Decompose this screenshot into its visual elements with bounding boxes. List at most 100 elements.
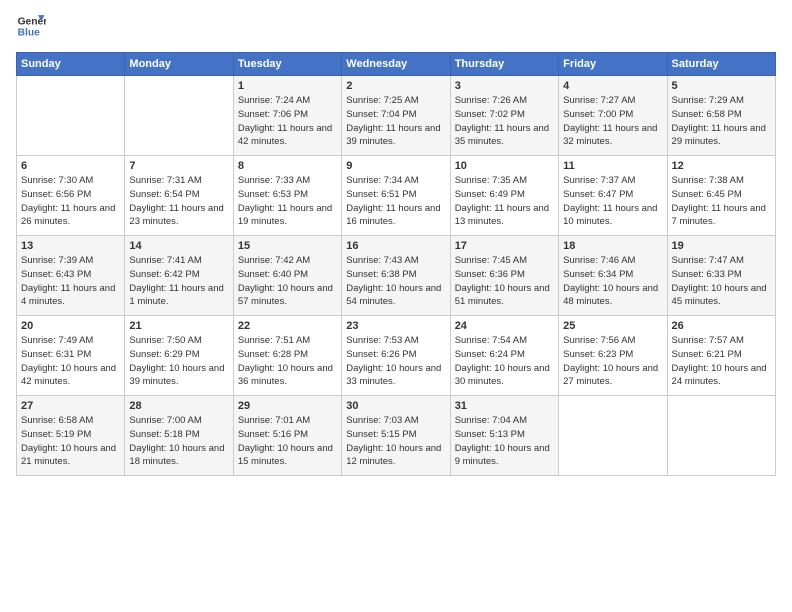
- day-number: 8: [238, 160, 337, 172]
- calendar-cell: 7Sunrise: 7:31 AM Sunset: 6:54 PM Daylig…: [125, 156, 233, 236]
- calendar-cell: 18 Sunrise: 7:46 AM Sunset: 6:34 PM Dayli…: [559, 236, 667, 316]
- calendar-cell: 26 Sunrise: 7:57 AM Sunset: 6:21 PM Dayli…: [667, 316, 775, 396]
- day-number: 18: [563, 240, 662, 252]
- day-info: Sunrise: 7:25 AM Sunset: 7:04 PM Dayligh…: [346, 94, 445, 149]
- calendar-week-row: 6 Sunrise: 7:30 AM Sunset: 6:56 PM Daylig…: [17, 156, 776, 236]
- day-number: 30: [346, 400, 445, 412]
- day-info: Sunrise: 7:45 AM Sunset: 6:36 PM Dayligh…: [455, 254, 554, 309]
- day-number: 3: [455, 80, 554, 92]
- day-info: Sunrise: 7:27 AM Sunset: 7:00 PM Dayligh…: [563, 94, 662, 149]
- day-info: Sunrise: 7:50 AM Sunset: 6:29 PM Dayligh…: [129, 334, 228, 389]
- day-info: Sunrise: 7:49 AM Sunset: 6:31 PM Dayligh…: [21, 334, 120, 389]
- calendar-week-row: 27 Sunrise: 6:58 AM Sunset: 5:19 PM Dayli…: [17, 396, 776, 476]
- day-info: Sunrise: 7:41 AM Sunset: 6:42 PM Dayligh…: [129, 254, 228, 309]
- calendar-cell: [125, 76, 233, 156]
- calendar-cell: 28Sunrise: 7:00 AM Sunset: 5:18 PM Dayli…: [125, 396, 233, 476]
- day-info: Sunrise: 7:33 AM Sunset: 6:53 PM Dayligh…: [238, 174, 337, 229]
- calendar-cell: 1 Sunrise: 7:24 AM Sunset: 7:06 PM Daylig…: [233, 76, 341, 156]
- day-info: Sunrise: 7:38 AM Sunset: 6:45 PM Dayligh…: [672, 174, 771, 229]
- day-info: Sunrise: 7:47 AM Sunset: 6:33 PM Dayligh…: [672, 254, 771, 309]
- day-info: Sunrise: 7:56 AM Sunset: 6:23 PM Dayligh…: [563, 334, 662, 389]
- calendar-cell: 19 Sunrise: 7:47 AM Sunset: 6:33 PM Dayli…: [667, 236, 775, 316]
- day-number: 26: [672, 320, 771, 332]
- calendar-cell: 20 Sunrise: 7:49 AM Sunset: 6:31 PM Dayli…: [17, 316, 125, 396]
- day-number: 1: [238, 80, 337, 92]
- day-number: 2: [346, 80, 445, 92]
- day-number: 15: [238, 240, 337, 252]
- day-info: Sunrise: 7:53 AM Sunset: 6:26 PM Dayligh…: [346, 334, 445, 389]
- calendar-cell: 11 Sunrise: 7:37 AM Sunset: 6:47 PM Dayli…: [559, 156, 667, 236]
- svg-text:Blue: Blue: [18, 28, 41, 39]
- day-info: Sunrise: 7:37 AM Sunset: 6:47 PM Dayligh…: [563, 174, 662, 229]
- day-number: 5: [672, 80, 771, 92]
- calendar-cell: 17 Sunrise: 7:45 AM Sunset: 6:36 PM Dayli…: [450, 236, 558, 316]
- day-header: Wednesday: [342, 53, 450, 76]
- calendar-cell: 23 Sunrise: 7:53 AM Sunset: 6:26 PM Dayli…: [342, 316, 450, 396]
- calendar-cell: 16 Sunrise: 7:43 AM Sunset: 6:38 PM Dayli…: [342, 236, 450, 316]
- calendar-week-row: 1 Sunrise: 7:24 AM Sunset: 7:06 PM Daylig…: [17, 76, 776, 156]
- day-info: Sunrise: 7:24 AM Sunset: 7:06 PM Dayligh…: [238, 94, 337, 149]
- day-info: Sunrise: 7:46 AM Sunset: 6:34 PM Dayligh…: [563, 254, 662, 309]
- day-info: Sunrise: 7:54 AM Sunset: 6:24 PM Dayligh…: [455, 334, 554, 389]
- page: General Blue SundayMondayTuesdayWednesda…: [0, 0, 792, 488]
- day-number: 21: [129, 320, 228, 332]
- day-info: Sunrise: 7:43 AM Sunset: 6:38 PM Dayligh…: [346, 254, 445, 309]
- day-number: 22: [238, 320, 337, 332]
- day-header: Thursday: [450, 53, 558, 76]
- day-info: Sunrise: 7:42 AM Sunset: 6:40 PM Dayligh…: [238, 254, 337, 309]
- calendar-cell: 8 Sunrise: 7:33 AM Sunset: 6:53 PM Daylig…: [233, 156, 341, 236]
- day-number: 23: [346, 320, 445, 332]
- day-number: 9: [346, 160, 445, 172]
- day-number: 7: [129, 160, 228, 172]
- day-number: 17: [455, 240, 554, 252]
- calendar-cell: 4 Sunrise: 7:27 AM Sunset: 7:00 PM Daylig…: [559, 76, 667, 156]
- logo-icon: General Blue: [16, 12, 46, 42]
- calendar-cell: 31 Sunrise: 7:04 AM Sunset: 5:13 PM Dayli…: [450, 396, 558, 476]
- calendar-cell: 5 Sunrise: 7:29 AM Sunset: 6:58 PM Daylig…: [667, 76, 775, 156]
- day-number: 24: [455, 320, 554, 332]
- day-number: 6: [21, 160, 120, 172]
- calendar-cell: 22 Sunrise: 7:51 AM Sunset: 6:28 PM Dayli…: [233, 316, 341, 396]
- calendar-cell: 6 Sunrise: 7:30 AM Sunset: 6:56 PM Daylig…: [17, 156, 125, 236]
- day-info: Sunrise: 7:30 AM Sunset: 6:56 PM Dayligh…: [21, 174, 120, 229]
- day-number: 31: [455, 400, 554, 412]
- day-info: Sunrise: 7:04 AM Sunset: 5:13 PM Dayligh…: [455, 414, 554, 469]
- day-info: Sunrise: 7:57 AM Sunset: 6:21 PM Dayligh…: [672, 334, 771, 389]
- logo: General Blue: [16, 12, 46, 42]
- header: General Blue: [16, 12, 776, 42]
- day-info: Sunrise: 7:35 AM Sunset: 6:49 PM Dayligh…: [455, 174, 554, 229]
- calendar-cell: 12Sunrise: 7:38 AM Sunset: 6:45 PM Dayli…: [667, 156, 775, 236]
- day-info: Sunrise: 7:03 AM Sunset: 5:15 PM Dayligh…: [346, 414, 445, 469]
- calendar-cell: 30 Sunrise: 7:03 AM Sunset: 5:15 PM Dayli…: [342, 396, 450, 476]
- day-info: Sunrise: 6:58 AM Sunset: 5:19 PM Dayligh…: [21, 414, 120, 469]
- calendar-cell: 21 Sunrise: 7:50 AM Sunset: 6:29 PM Dayli…: [125, 316, 233, 396]
- day-info: Sunrise: 7:01 AM Sunset: 5:16 PM Dayligh…: [238, 414, 337, 469]
- day-number: 14: [129, 240, 228, 252]
- day-number: 16: [346, 240, 445, 252]
- day-info: Sunrise: 7:29 AM Sunset: 6:58 PM Dayligh…: [672, 94, 771, 149]
- calendar-header-row: SundayMondayTuesdayWednesdayThursdayFrid…: [17, 53, 776, 76]
- calendar-cell: 13Sunrise: 7:39 AM Sunset: 6:43 PM Dayli…: [17, 236, 125, 316]
- day-header: Saturday: [667, 53, 775, 76]
- day-number: 10: [455, 160, 554, 172]
- calendar-cell: [667, 396, 775, 476]
- day-header: Friday: [559, 53, 667, 76]
- day-header: Tuesday: [233, 53, 341, 76]
- day-info: Sunrise: 7:51 AM Sunset: 6:28 PM Dayligh…: [238, 334, 337, 389]
- calendar-cell: 15 Sunrise: 7:42 AM Sunset: 6:40 PM Dayli…: [233, 236, 341, 316]
- day-number: 20: [21, 320, 120, 332]
- day-number: 4: [563, 80, 662, 92]
- day-info: Sunrise: 7:39 AM Sunset: 6:43 PM Dayligh…: [21, 254, 120, 309]
- calendar-week-row: 13Sunrise: 7:39 AM Sunset: 6:43 PM Dayli…: [17, 236, 776, 316]
- calendar-cell: 2 Sunrise: 7:25 AM Sunset: 7:04 PM Daylig…: [342, 76, 450, 156]
- calendar-cell: 9Sunrise: 7:34 AM Sunset: 6:51 PM Daylig…: [342, 156, 450, 236]
- calendar-cell: 10 Sunrise: 7:35 AM Sunset: 6:49 PM Dayli…: [450, 156, 558, 236]
- calendar-cell: 14 Sunrise: 7:41 AM Sunset: 6:42 PM Dayli…: [125, 236, 233, 316]
- day-number: 11: [563, 160, 662, 172]
- calendar-cell: 24 Sunrise: 7:54 AM Sunset: 6:24 PM Dayli…: [450, 316, 558, 396]
- day-info: Sunrise: 7:00 AM Sunset: 5:18 PM Dayligh…: [129, 414, 228, 469]
- calendar-cell: [559, 396, 667, 476]
- day-number: 19: [672, 240, 771, 252]
- calendar-table: SundayMondayTuesdayWednesdayThursdayFrid…: [16, 52, 776, 476]
- day-number: 27: [21, 400, 120, 412]
